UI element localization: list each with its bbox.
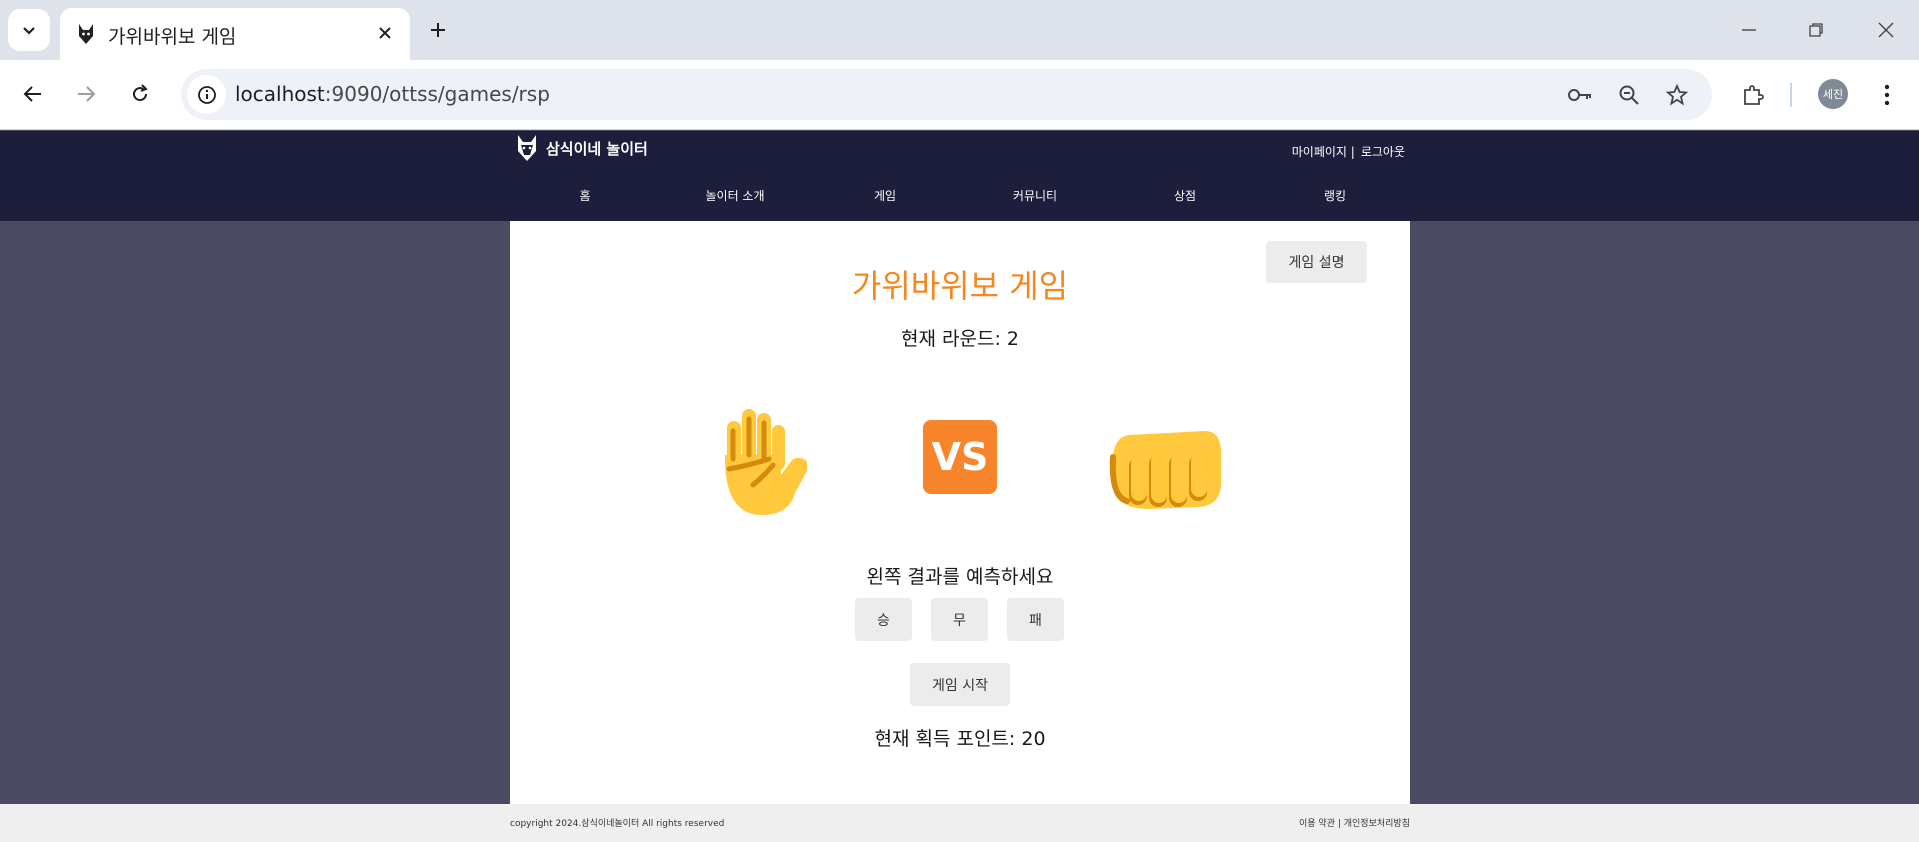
key-icon [1568,89,1591,101]
game-start-button[interactable]: 게임 시작 [910,663,1010,706]
vs-badge: VS [923,420,997,494]
game-title: 가위바위보 게임 [851,267,1069,305]
menu-item-home[interactable]: 홈 [510,187,660,204]
extensions-button[interactable] [1735,77,1771,113]
minimize-button[interactable] [1729,14,1769,46]
menu-item-ranking[interactable]: 랭킹 [1260,187,1410,204]
toolbar-separator [1790,83,1792,107]
url-path: :9090/ottss/games/rsp [324,82,550,106]
window-close-button[interactable] [1866,14,1906,46]
copyright-text: copyright 2024.삼식이네놀이터 All rights reserv… [510,819,725,829]
site-header: 삼식이네 놀이터 마이페이지 | 로그아웃 홈 놀이터 소개 게임 커뮤니티 상… [0,131,1919,221]
profile-avatar[interactable]: 세진 [1818,79,1848,109]
round-text: 현재 라운드: 2 [901,328,1019,350]
menu-item-community[interactable]: 커뮤니티 [960,187,1110,204]
restore-button[interactable] [1796,14,1836,46]
choice-draw-button[interactable]: 무 [931,598,988,641]
new-tab-button[interactable] [422,14,454,46]
more-vertical-icon [1884,84,1890,106]
reload-icon [133,84,148,102]
site-logo[interactable]: 삼식이네 놀이터 [516,133,648,163]
predict-prompt: 왼쪽 결과를 예측하세요 [866,566,1054,588]
site-info-button[interactable] [187,75,226,114]
tab-search-button[interactable] [8,9,50,51]
password-key-button[interactable] [1563,78,1597,112]
dog-favicon-icon [79,24,93,44]
mypage-link[interactable]: 마이페이지 | [1292,143,1355,160]
choice-win-button[interactable]: 승 [855,598,912,641]
back-button[interactable] [15,76,51,112]
logout-link[interactable]: 로그아웃 [1361,143,1405,160]
zoom-button[interactable] [1612,78,1646,112]
paper-hand-icon [725,409,807,515]
game-panel: 게임 설명 가위바위보 게임 현재 라운드: 2 VS 왼쪽 결과를 예측하세요… [510,221,1410,804]
browser-toolbar: localhost:9090/ottss/games/rsp 세진 [0,60,1919,130]
arrow-left-icon [23,86,41,102]
star-icon [1666,84,1688,106]
reload-button[interactable] [122,76,158,112]
restore-icon [1809,23,1823,37]
bookmark-button[interactable] [1660,78,1694,112]
minimize-icon [1742,29,1756,31]
puzzle-icon [1744,85,1764,105]
chevron-down-icon [23,27,35,35]
menu-item-game[interactable]: 게임 [810,187,960,204]
main-menu: 홈 놀이터 소개 게임 커뮤니티 상점 랭킹 [510,187,1410,207]
fist-icon [1109,431,1221,509]
menu-item-about[interactable]: 놀이터 소개 [660,187,810,204]
info-icon [197,85,216,104]
choice-lose-button[interactable]: 패 [1007,598,1064,641]
close-icon [379,27,391,39]
user-links: 마이페이지 | 로그아웃 [1292,143,1405,160]
tab-title: 가위바위보 게임 [108,26,237,48]
browser-menu-button[interactable] [1869,77,1905,113]
footer-links[interactable]: 이용 약관 | 개인정보처리방침 [1299,816,1410,829]
zoom-out-icon [1619,85,1639,105]
dog-logo-icon [518,135,536,161]
url-host: localhost [235,82,325,106]
tab-close-button[interactable] [372,20,398,46]
site-footer: copyright 2024.삼식이네놀이터 All rights reserv… [0,804,1919,842]
browser-tab[interactable]: 가위바위보 게임 [60,8,410,60]
points-text: 현재 획득 포인트: 20 [874,728,1046,750]
forward-button[interactable] [68,76,104,112]
address-bar[interactable]: localhost:9090/ottss/games/rsp [181,69,1712,120]
close-icon [1878,22,1894,38]
browser-tabstrip: 가위바위보 게임 [0,0,1919,60]
menu-item-shop[interactable]: 상점 [1110,187,1260,204]
arrow-right-icon [78,86,96,102]
plus-icon [431,23,445,37]
url-text: localhost:9090/ottss/games/rsp [235,82,550,106]
logo-text: 삼식이네 놀이터 [546,139,648,158]
